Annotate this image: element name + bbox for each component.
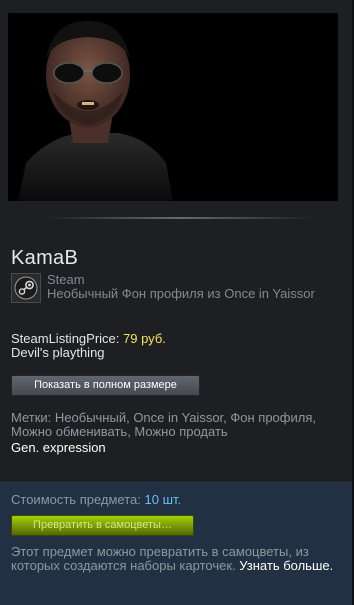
item-description: Devil's plaything <box>11 345 105 360</box>
item-image[interactable] <box>8 13 338 201</box>
gem-cost: Стоимость предмета: 10 шт. <box>11 492 181 507</box>
profile-background-photo <box>8 13 338 201</box>
item-title: KamaB <box>11 247 79 269</box>
item-extra-tag: Gen. expression <box>11 440 106 455</box>
gem-cost-label: Стоимость предмета: <box>11 492 141 507</box>
item-tags: Метки: Необычный, Once in Yaissor, Фон п… <box>11 410 316 439</box>
turn-into-gems-button[interactable]: Превратить в самоцветы… <box>11 515 194 536</box>
item-game-name: Steam <box>47 272 85 287</box>
item-type: Необычный Фон профиля из Once in Yaissor <box>47 286 315 301</box>
learn-more-link[interactable]: Узнать больше. <box>239 558 333 573</box>
listing-price-label: SteamListingPrice: <box>11 331 120 346</box>
view-full-size-button[interactable]: Показать в полном размере <box>11 375 200 396</box>
gems-description: Этот предмет можно превратить в самоцвет… <box>11 545 341 573</box>
steam-logo-icon <box>11 273 41 303</box>
gem-cost-value: 10 шт. <box>144 492 182 507</box>
item-details-panel: KamaB Steam Необычный Фон профиля из Onc… <box>0 0 354 605</box>
listing-price-value: 79 руб. <box>123 331 166 346</box>
listing-price: SteamListingPrice: 79 руб. <box>11 331 166 346</box>
section-divider <box>45 217 315 219</box>
